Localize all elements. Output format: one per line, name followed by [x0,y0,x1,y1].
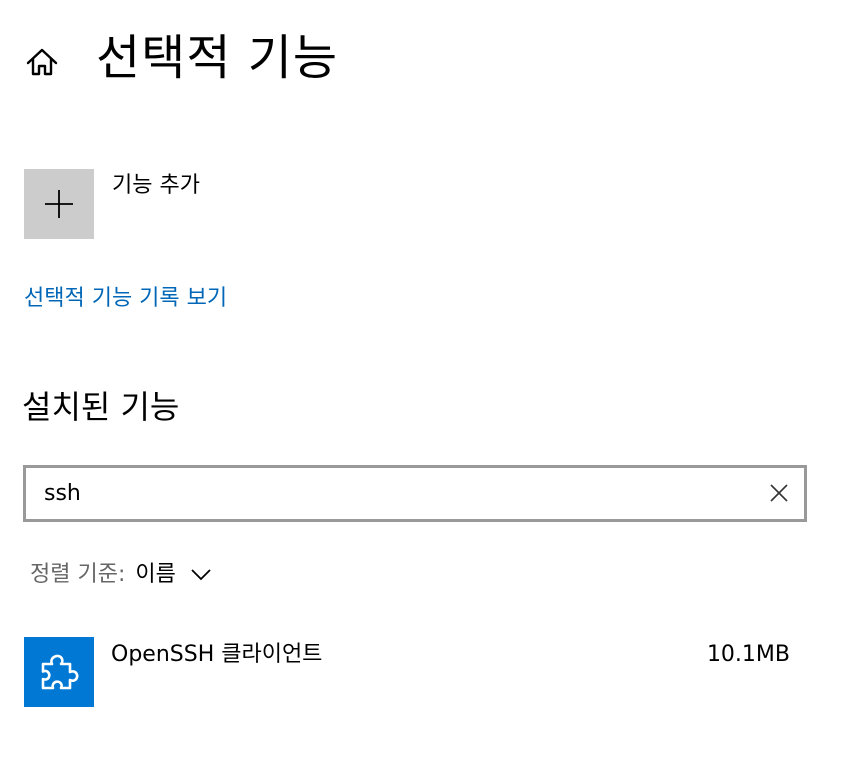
chevron-down-icon [191,569,211,581]
search-input[interactable] [44,468,744,519]
add-feature-button[interactable] [24,169,94,239]
feature-name: OpenSSH 클라이언트 [111,642,323,667]
home-icon[interactable] [24,44,60,80]
search-box [23,465,807,522]
installed-features-heading: 설치된 기능 [22,388,180,426]
list-item[interactable]: OpenSSH 클라이언트 10.1MB [24,636,804,708]
sort-value: 이름 [135,562,176,587]
plus-icon [45,190,73,218]
feature-size: 10.1MB [706,642,790,667]
page-title: 선택적 기능 [96,30,339,86]
optional-features-page: 선택적 기능 기능 추가 선택적 기능 기록 보기 설치된 기능 정렬 기준: … [0,0,858,765]
sort-label: 정렬 기준: [30,562,126,587]
add-feature-label[interactable]: 기능 추가 [112,170,200,202]
close-icon[interactable] [768,482,790,504]
feature-tile [24,637,94,707]
view-feature-history-link[interactable]: 선택적 기능 기록 보기 [24,282,227,316]
sort-dropdown[interactable]: 정렬 기준: 이름 [30,558,212,592]
puzzle-icon [41,654,79,690]
